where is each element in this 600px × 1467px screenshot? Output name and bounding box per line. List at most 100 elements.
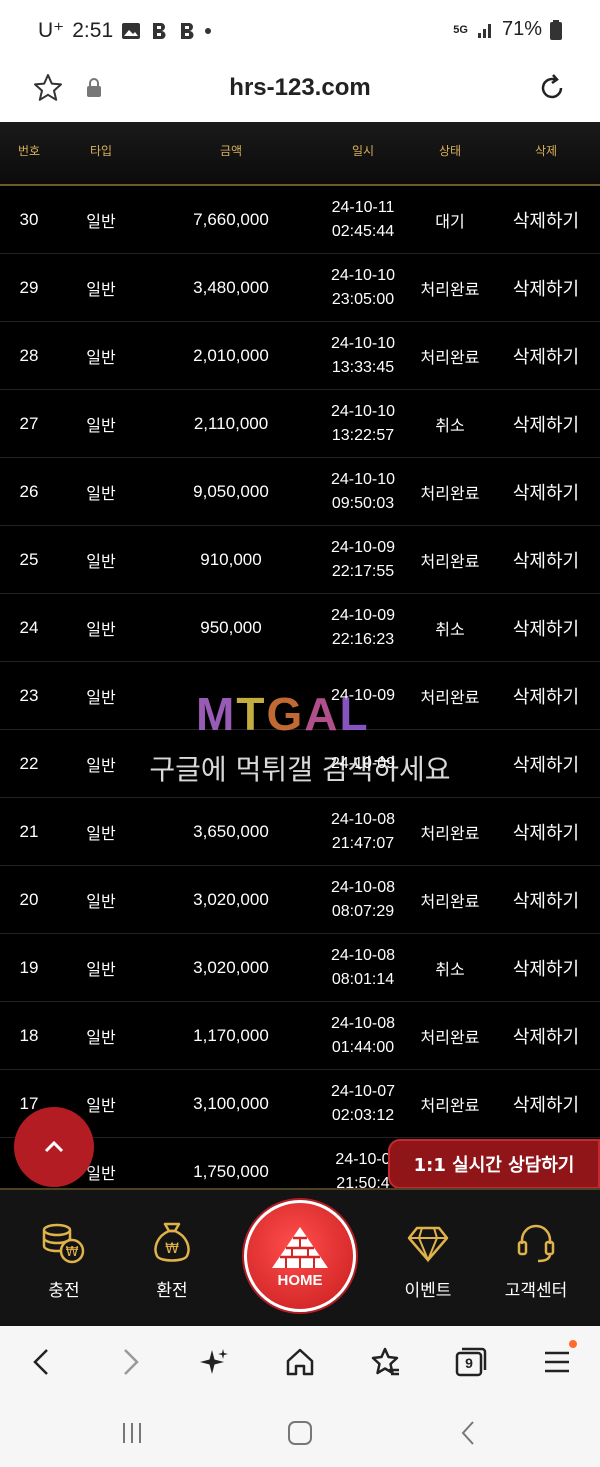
cell-number: 20 — [19, 890, 39, 909]
home-system-icon[interactable] — [286, 1420, 314, 1446]
cell-time: 02:45:44 — [331, 223, 395, 240]
svg-text:₩: ₩ — [66, 1245, 79, 1260]
coins-icon: ₩ — [42, 1223, 85, 1264]
cell-date: 24-10-10 — [330, 335, 396, 352]
delete-button[interactable]: 삭제하기 — [492, 186, 600, 254]
header-number: 번호 — [17, 144, 41, 158]
cell-number: 21 — [19, 822, 39, 841]
cell-time: 08:01:14 — [331, 971, 395, 988]
svg-text:₩: ₩ — [165, 1241, 179, 1257]
cell-number: 26 — [19, 482, 39, 501]
headset-icon — [517, 1224, 555, 1263]
cell-amount: 3,100,000 — [193, 1094, 269, 1113]
scroll-top-button[interactable] — [14, 1107, 94, 1187]
cell-amount: 1,750,000 — [193, 1162, 269, 1181]
delete-button[interactable]: 삭제하기 — [492, 1070, 600, 1138]
delete-button[interactable]: 삭제하기 — [492, 458, 600, 526]
cell-time: 02:03:12 — [331, 1107, 395, 1124]
cell-datetime: 24-10-08 08:01:14 — [318, 934, 408, 1002]
cell-number: 30 — [19, 210, 39, 229]
cell-number: 25 — [19, 550, 39, 569]
delete-button[interactable]: 삭제하기 — [492, 662, 600, 730]
status-right: 5G 71% — [453, 18, 562, 41]
cell-date: 24-10-10 — [330, 403, 396, 420]
cell-amount: 950,000 — [200, 618, 262, 637]
cell-time: 23:05:00 — [331, 291, 395, 308]
cell-time: 08:07:29 — [331, 903, 395, 920]
cell-datetime: 24-10-10 13:33:45 — [318, 322, 408, 390]
page-content: 번호 타입 금액 일시 상태 삭제 30 일반 7,660,000 24-10-11 0… — [0, 122, 600, 1190]
delete-button[interactable]: 삭제하기 — [492, 390, 600, 458]
header-type: 타입 — [89, 144, 113, 158]
nav-charge[interactable]: ₩ 충전 — [22, 1190, 106, 1328]
cell-date: 24-10-10 — [330, 471, 396, 488]
delete-button[interactable]: 삭제하기 — [492, 934, 600, 1002]
cell-date: 24-10-09 — [330, 539, 396, 556]
cell-datetime: 24-10-10 13:22:57 — [318, 390, 408, 458]
cell-type: 일반 — [86, 280, 116, 299]
status-bar: U⁺ 2:51 5G 71% — [0, 0, 600, 62]
cell-datetime: 24-10-07 02:03:12 — [318, 1070, 408, 1138]
nav-support[interactable]: 고객센터 — [492, 1190, 580, 1328]
cell-status: 취소 — [435, 960, 465, 979]
reload-icon[interactable] — [536, 72, 568, 104]
cell-time: 01:44:00 — [331, 1039, 395, 1056]
home-page-icon[interactable] — [284, 1346, 316, 1378]
table-header: 번호 타입 금액 일시 상태 삭제 — [0, 122, 600, 186]
live-chat-button[interactable]: 1:1 실시간 상담하기 — [388, 1139, 600, 1189]
back-icon[interactable] — [26, 1346, 58, 1378]
diamond-icon — [407, 1226, 449, 1263]
delete-button[interactable]: 삭제하기 — [492, 254, 600, 322]
cell-datetime: 24-10-08 08:07:29 — [318, 866, 408, 934]
table-row: 28 일반 2,010,000 24-10-10 13:33:45 처리완료 삭제하기 — [0, 322, 600, 390]
carrier-label: U⁺ — [38, 19, 65, 42]
delete-button[interactable]: 삭제하기 — [492, 1002, 600, 1070]
header-delete: 삭제 — [534, 144, 558, 158]
cell-date: 24-10-08 — [330, 1015, 396, 1032]
cell-amount: 3,020,000 — [193, 890, 269, 909]
cell-type: 일반 — [86, 688, 116, 707]
cell-amount: 3,650,000 — [193, 822, 269, 841]
cell-status: 대기 — [435, 212, 465, 231]
signal-icon — [477, 23, 491, 38]
cell-amount: 2,110,000 — [193, 414, 269, 433]
b-notification-icon-2 — [181, 22, 194, 39]
nav-event[interactable]: 이벤트 — [386, 1190, 470, 1328]
tabs-button[interactable]: 9 — [454, 1346, 488, 1378]
delete-button[interactable]: 삭제하기 — [492, 526, 600, 594]
menu-icon[interactable] — [541, 1346, 573, 1378]
table-row: 18 일반 1,170,000 24-10-08 01:44:00 처리완료 삭제하기 — [0, 1002, 600, 1070]
network-label: 5G — [453, 23, 468, 36]
delete-button[interactable]: 삭제하기 — [492, 798, 600, 866]
cell-time: 09:50:03 — [331, 495, 395, 512]
table-row: 25 일반 910,000 24-10-09 22:17:55 처리완료 삭제하기 — [0, 526, 600, 594]
table-row: 17 일반 3,100,000 24-10-07 02:03:12 처리완료 삭제하기 — [0, 1070, 600, 1138]
cell-date: 24-10-08 — [330, 811, 396, 828]
cell-status: 처리완료 — [420, 552, 480, 571]
cell-time: 22:17:55 — [331, 563, 395, 580]
table-row: 21 일반 3,650,000 24-10-08 21:47:07 처리완료 삭제하기 — [0, 798, 600, 866]
back-system-icon[interactable] — [455, 1420, 483, 1446]
recent-apps-icon[interactable] — [118, 1420, 146, 1446]
delete-button[interactable]: 삭제하기 — [492, 866, 600, 934]
forward-icon[interactable] — [114, 1346, 146, 1378]
cell-number: 24 — [19, 618, 39, 637]
bookmarks-star-icon[interactable] — [369, 1346, 401, 1378]
cell-amount: 9,050,000 — [193, 482, 269, 501]
notification-dot — [569, 1340, 577, 1348]
cell-type: 일반 — [86, 348, 116, 367]
cell-datetime: 24-10-09 22:17:55 — [318, 526, 408, 594]
home-button[interactable]: HOME — [244, 1200, 356, 1312]
cell-type: 일반 — [86, 416, 116, 435]
cell-type: 일반 — [86, 892, 116, 911]
cell-number: 19 — [19, 958, 39, 977]
delete-button[interactable]: 삭제하기 — [492, 594, 600, 662]
cell-status: 처리완료 — [420, 1028, 480, 1047]
status-left: U⁺ 2:51 — [38, 18, 212, 43]
sparkle-icon[interactable] — [198, 1346, 230, 1378]
url-text[interactable]: hrs-123.com — [0, 74, 600, 102]
money-bag-icon: ₩ — [154, 1222, 190, 1262]
cell-type: 일반 — [86, 824, 116, 843]
nav-exchange[interactable]: ₩ 환전 — [130, 1190, 214, 1328]
delete-button[interactable]: 삭제하기 — [492, 322, 600, 390]
